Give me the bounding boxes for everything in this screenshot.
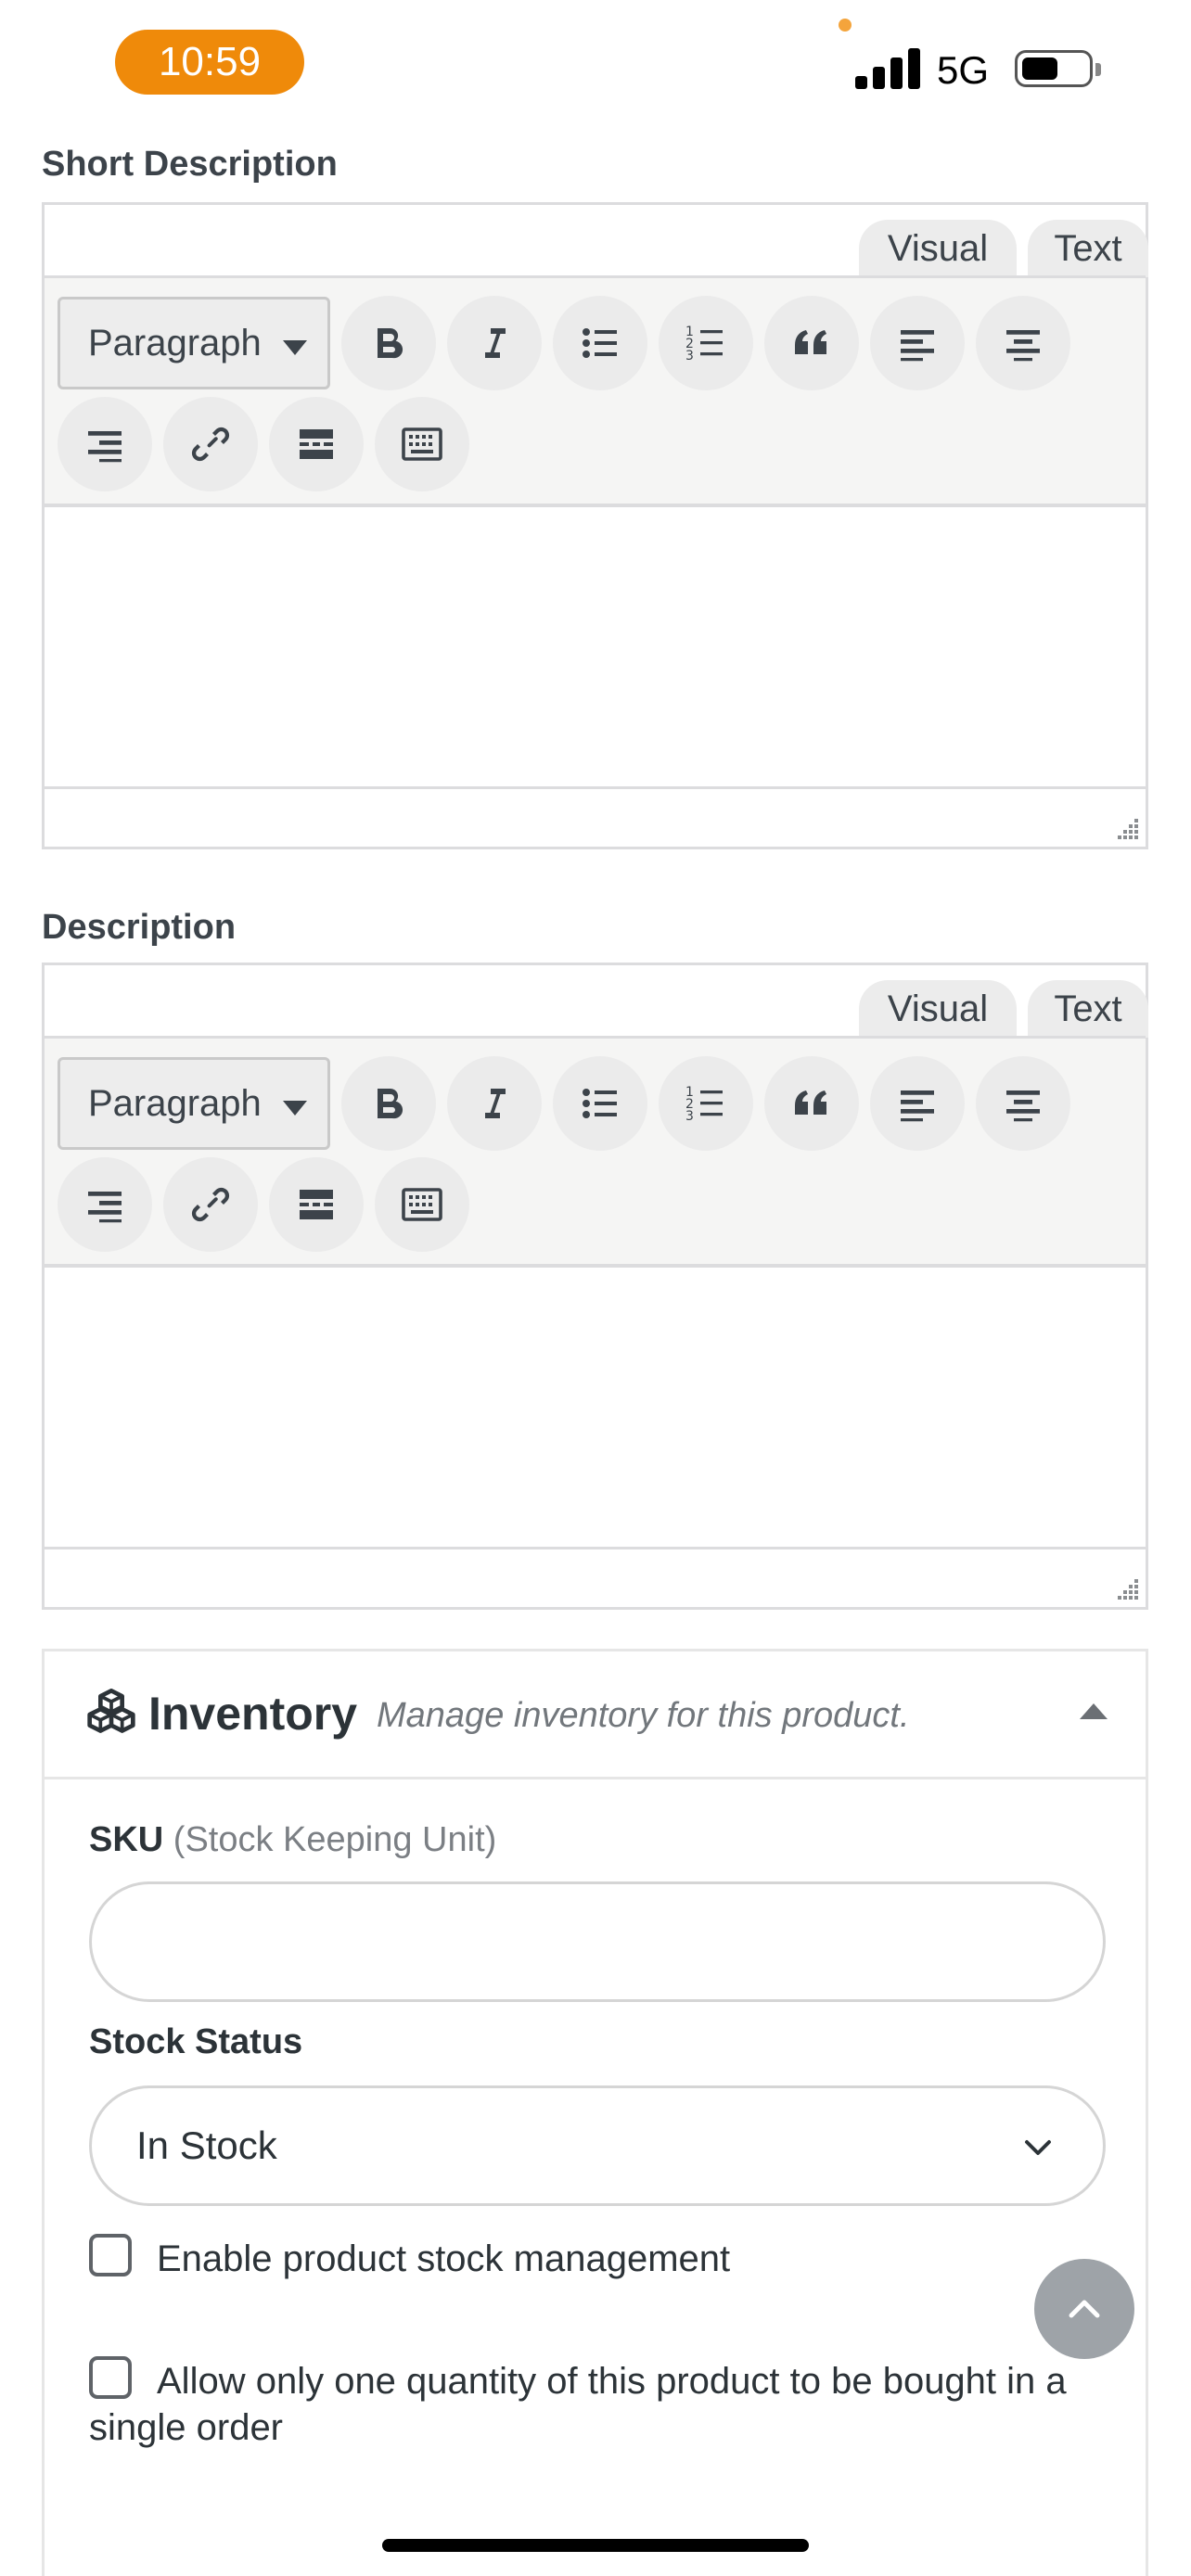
resize-grip-icon[interactable] bbox=[1114, 1575, 1140, 1601]
visual-tab[interactable]: Visual bbox=[859, 220, 1017, 277]
format-select[interactable]: Paragraph bbox=[58, 297, 330, 389]
align-right-icon bbox=[88, 431, 122, 463]
link-icon bbox=[191, 427, 230, 462]
stock-status-value: In Stock bbox=[136, 2123, 277, 2167]
format-select[interactable]: Paragraph bbox=[58, 1057, 330, 1150]
read-more-button[interactable] bbox=[269, 397, 364, 491]
status-time: 10:59 bbox=[115, 30, 304, 95]
sku-label-text: SKU bbox=[89, 1820, 164, 1859]
description-textarea[interactable] bbox=[45, 1268, 1146, 1549]
bold-icon bbox=[378, 327, 403, 359]
editor-toolbar: Paragraph 123 bbox=[45, 1036, 1146, 1268]
blockquote-button[interactable] bbox=[764, 296, 859, 390]
caret-down-icon bbox=[283, 1101, 307, 1116]
short-description-editor: Visual Text Paragraph 123 bbox=[42, 202, 1148, 849]
stock-status-label-text: Stock Status bbox=[89, 2022, 303, 2061]
bold-button[interactable] bbox=[341, 1056, 436, 1151]
caret-down-icon bbox=[283, 340, 307, 355]
bold-icon bbox=[378, 1088, 403, 1119]
inventory-title: Inventory bbox=[148, 1688, 358, 1740]
sku-label: SKU (Stock Keeping Unit) bbox=[89, 1820, 496, 1860]
chevron-down-icon bbox=[1025, 2140, 1051, 2155]
inventory-panel-header[interactable]: Inventory Manage inventory for this prod… bbox=[45, 1651, 1146, 1779]
toolbar-toggle-button[interactable] bbox=[375, 397, 469, 491]
blockquote-button[interactable] bbox=[764, 1056, 859, 1151]
manage-stock-checkbox[interactable] bbox=[89, 2234, 132, 2276]
toolbar-toggle-icon bbox=[402, 1188, 442, 1221]
editor-toolbar: Paragraph 123 bbox=[45, 275, 1146, 507]
svg-text:3: 3 bbox=[685, 1109, 694, 1124]
sold-individually-label[interactable]: Allow only one quantity of this product … bbox=[89, 2358, 1109, 2451]
short-description-textarea[interactable] bbox=[45, 507, 1146, 789]
text-tab[interactable]: Text bbox=[1028, 980, 1148, 1038]
manage-stock-label[interactable]: Enable product stock management bbox=[157, 2236, 1084, 2282]
numbered-list-button[interactable]: 123 bbox=[659, 296, 753, 390]
insert-link-button[interactable] bbox=[163, 397, 258, 491]
format-select-value: Paragraph bbox=[88, 322, 262, 363]
link-icon bbox=[191, 1187, 230, 1222]
inventory-description: Manage inventory for this product. bbox=[377, 1696, 910, 1735]
align-left-icon bbox=[901, 330, 934, 362]
italic-icon bbox=[485, 1089, 506, 1118]
scroll-to-top-button[interactable] bbox=[1034, 2259, 1134, 2359]
read-more-button[interactable] bbox=[269, 1157, 364, 1252]
align-right-icon bbox=[88, 1192, 122, 1223]
inventory-panel: Inventory Manage inventory for this prod… bbox=[42, 1649, 1148, 2576]
align-center-button[interactable] bbox=[976, 296, 1070, 390]
battery-icon bbox=[1015, 50, 1101, 87]
cubes-icon bbox=[87, 1689, 135, 1733]
chevron-up-icon bbox=[1069, 2300, 1100, 2318]
privacy-indicator-dot bbox=[839, 19, 852, 32]
description-editor: Visual Text Paragraph 123 bbox=[42, 963, 1148, 1610]
align-left-button[interactable] bbox=[870, 1056, 965, 1151]
align-right-button[interactable] bbox=[58, 397, 152, 491]
description-heading: Description bbox=[42, 908, 237, 947]
stock-status-select[interactable]: In Stock bbox=[89, 2085, 1106, 2206]
italic-button[interactable] bbox=[447, 296, 542, 390]
status-bar: 10:59 5G bbox=[0, 0, 1191, 111]
visual-tab[interactable]: Visual bbox=[859, 980, 1017, 1038]
bulleted-list-button[interactable] bbox=[553, 296, 647, 390]
blockquote-icon bbox=[795, 1090, 826, 1115]
bulleted-list-button[interactable] bbox=[553, 1056, 647, 1151]
read-more-icon bbox=[300, 429, 333, 459]
italic-button[interactable] bbox=[447, 1056, 542, 1151]
stock-status-label: Stock Status bbox=[89, 2022, 302, 2062]
numbered-list-icon: 123 bbox=[685, 325, 723, 363]
toolbar-toggle-button[interactable] bbox=[375, 1157, 469, 1252]
insert-link-button[interactable] bbox=[163, 1157, 258, 1252]
resize-grip-icon[interactable] bbox=[1114, 815, 1140, 841]
align-center-icon bbox=[1006, 330, 1040, 362]
bulleted-list-icon bbox=[583, 328, 617, 358]
numbered-list-icon: 123 bbox=[685, 1085, 723, 1124]
network-type: 5G bbox=[937, 48, 990, 92]
format-select-value: Paragraph bbox=[88, 1082, 262, 1124]
sku-label-hint: (Stock Keeping Unit) bbox=[173, 1820, 497, 1859]
svg-text:3: 3 bbox=[685, 349, 694, 363]
short-description-heading: Short Description bbox=[42, 145, 338, 184]
cellular-signal-icon bbox=[855, 46, 922, 89]
bold-button[interactable] bbox=[341, 296, 436, 390]
bulleted-list-icon bbox=[583, 1089, 617, 1118]
toolbar-toggle-icon bbox=[402, 427, 442, 461]
collapse-arrow-icon[interactable] bbox=[1080, 1703, 1108, 1719]
numbered-list-button[interactable]: 123 bbox=[659, 1056, 753, 1151]
blockquote-icon bbox=[795, 330, 826, 354]
italic-icon bbox=[485, 328, 506, 358]
read-more-icon bbox=[300, 1190, 333, 1219]
sku-input[interactable] bbox=[89, 1881, 1106, 2002]
align-right-button[interactable] bbox=[58, 1157, 152, 1252]
align-left-icon bbox=[901, 1090, 934, 1122]
home-indicator[interactable] bbox=[382, 2539, 809, 2552]
align-center-icon bbox=[1006, 1090, 1040, 1122]
align-left-button[interactable] bbox=[870, 296, 965, 390]
text-tab[interactable]: Text bbox=[1028, 220, 1148, 277]
align-center-button[interactable] bbox=[976, 1056, 1070, 1151]
